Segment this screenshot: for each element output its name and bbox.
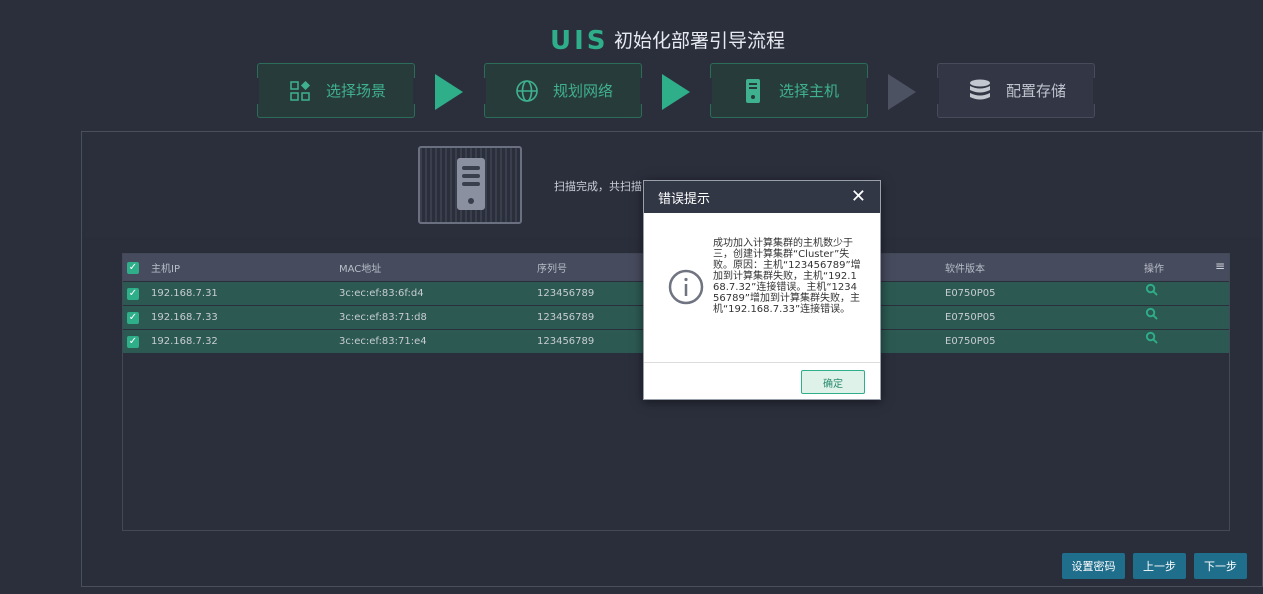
- cell-version: E0750P05: [945, 288, 996, 299]
- column-header-serial: 序列号: [537, 264, 567, 275]
- select-all-checkbox[interactable]: ✓: [127, 262, 139, 274]
- step-label: 规划网络: [553, 82, 614, 100]
- next-step-button[interactable]: 下一步: [1194, 553, 1247, 579]
- database-icon: [968, 79, 992, 103]
- step-label: 配置存储: [1006, 82, 1067, 100]
- page-title: 初始化部署引导流程: [614, 30, 786, 52]
- step-wizard: 选择场景 规划网络 选择主机 配置存储: [0, 62, 1263, 120]
- cell-version: E0750P05: [945, 336, 996, 347]
- uis-logo: UIS: [550, 26, 609, 56]
- step-select-scene[interactable]: 选择场景: [255, 63, 417, 118]
- refresh-icon[interactable]: [1145, 307, 1159, 321]
- server-icon: [741, 78, 765, 103]
- server-illustration-icon: [418, 146, 522, 224]
- step-label: 选择主机: [779, 82, 840, 100]
- prev-step-button[interactable]: 上一步: [1133, 553, 1186, 579]
- column-header-mac: MAC地址: [339, 264, 382, 275]
- column-header-version: 软件版本: [945, 264, 985, 275]
- cell-ip: 192.168.7.33: [151, 312, 218, 323]
- dialog-message: 成功加入计算集群的主机数少于三，创建计算集群“Cluster”失败。原因：主机“…: [713, 238, 861, 315]
- info-icon: [668, 269, 704, 305]
- cell-version: E0750P05: [945, 312, 996, 323]
- globe-icon: [515, 79, 539, 103]
- step-plan-network[interactable]: 规划网络: [482, 63, 644, 118]
- cell-ip: 192.168.7.31: [151, 288, 218, 299]
- step-configure-storage[interactable]: 配置存储: [935, 63, 1097, 118]
- refresh-icon[interactable]: [1145, 331, 1159, 345]
- cell-mac: 3c:ec:ef:83:71:e4: [339, 336, 427, 347]
- cell-serial: 123456789: [537, 312, 595, 323]
- column-header-ip: 主机IP: [151, 264, 180, 275]
- cell-mac: 3c:ec:ef:83:6f:d4: [339, 288, 424, 299]
- cell-ip: 192.168.7.32: [151, 336, 218, 347]
- error-dialog: 错误提示 ✕ 成功加入计算集群的主机数少于三，创建计算集群“Cluster”失败…: [643, 180, 881, 400]
- row-checkbox[interactable]: ✓: [127, 288, 139, 300]
- row-checkbox[interactable]: ✓: [127, 312, 139, 324]
- confirm-button[interactable]: 确定: [801, 370, 865, 394]
- dialog-body: 成功加入计算集群的主机数少于三，创建计算集群“Cluster”失败。原因：主机“…: [644, 213, 880, 362]
- scan-status: 扫描完成，共扫描: [554, 180, 642, 193]
- column-menu-icon[interactable]: ≡: [1215, 259, 1225, 273]
- step-arrow: [662, 74, 690, 110]
- refresh-icon[interactable]: [1145, 283, 1159, 297]
- step-arrow: [888, 74, 916, 110]
- grid-shapes-icon: [288, 79, 312, 103]
- step-arrow: [435, 74, 463, 110]
- step-select-host[interactable]: 选择主机: [708, 63, 870, 118]
- close-icon[interactable]: ✕: [851, 187, 866, 207]
- set-password-button[interactable]: 设置密码: [1062, 553, 1125, 579]
- row-checkbox[interactable]: ✓: [127, 336, 139, 348]
- header: UIS 初始化部署引导流程: [0, 26, 1263, 56]
- dialog-footer: 确定: [644, 362, 880, 399]
- cell-serial: 123456789: [537, 336, 595, 347]
- cell-serial: 123456789: [537, 288, 595, 299]
- cell-mac: 3c:ec:ef:83:71:d8: [339, 312, 427, 323]
- dialog-header: 错误提示 ✕: [644, 181, 880, 213]
- step-label: 选择场景: [326, 82, 387, 100]
- dialog-title: 错误提示: [658, 191, 711, 207]
- column-header-actions: 操作: [1144, 264, 1164, 275]
